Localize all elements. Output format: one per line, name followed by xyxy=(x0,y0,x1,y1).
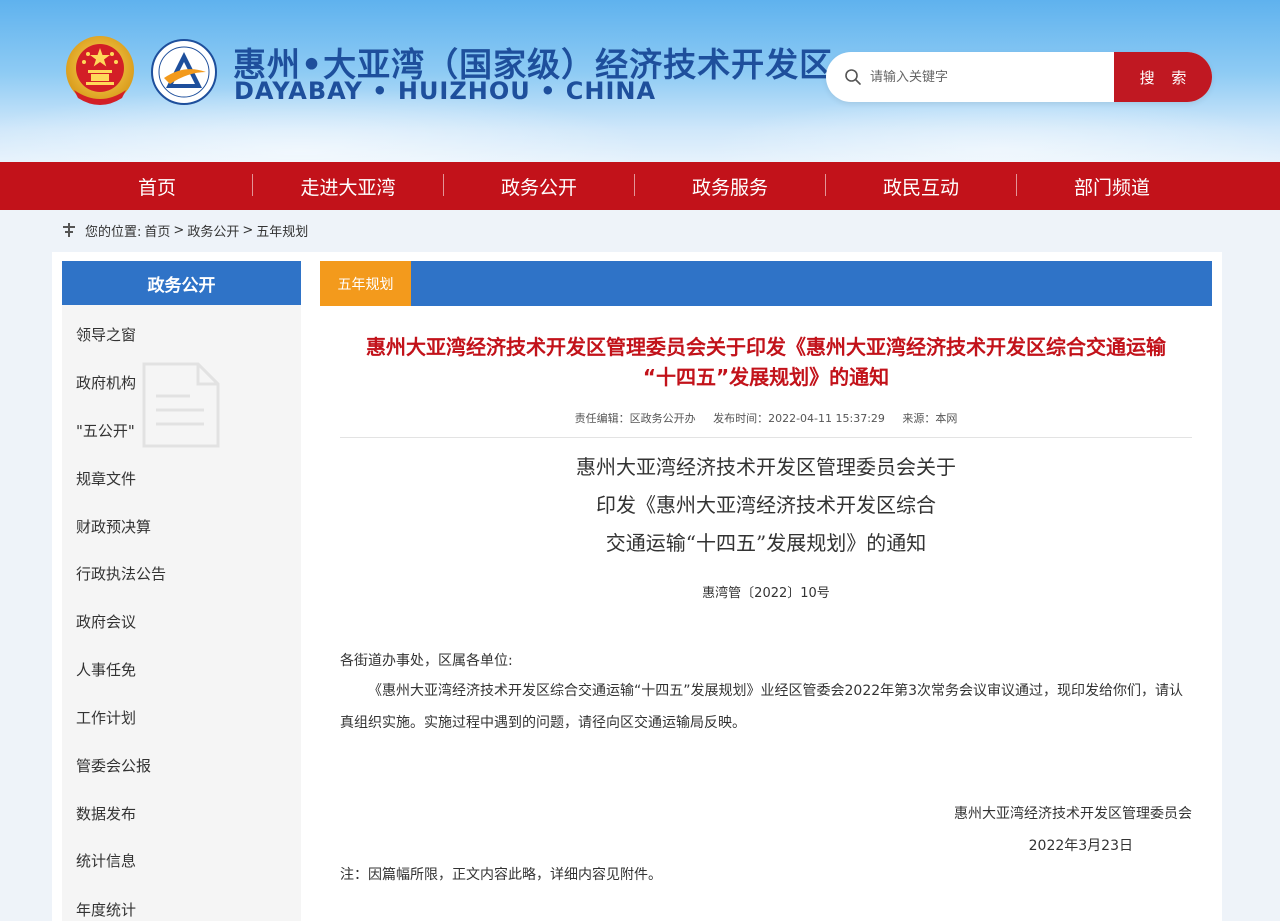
breadcrumb-item-current[interactable]: 五年规划 xyxy=(256,221,308,240)
sidebar: 政务公开 领导之窗 政府机构 "五公开" 规章文件 财政预决算 行政执法公告 政… xyxy=(62,261,301,921)
signature-org: 惠州大亚湾经济技术开发区管理委员会 xyxy=(954,806,1192,822)
search-button[interactable]: 搜 索 xyxy=(1114,52,1212,102)
search-input[interactable] xyxy=(870,52,1110,102)
document-heading-line: 惠州大亚湾经济技术开发区管理委员会关于 xyxy=(576,455,956,479)
national-emblem-icon xyxy=(66,36,134,105)
nav-item-home[interactable]: 首页 xyxy=(62,162,252,210)
body-paragraph: 《惠州大亚湾经济技术开发区综合交通运输“十四五”发展规划》业经区管委会2022年… xyxy=(340,683,1184,731)
sidebar-title: 政务公开 xyxy=(62,261,301,305)
breadcrumb-item-home[interactable]: 首页 xyxy=(144,221,170,240)
breadcrumb-separator: > xyxy=(173,222,185,238)
sidebar-item[interactable]: 人事任免 xyxy=(76,657,136,681)
article-title-line: 惠州大亚湾经济技术开发区管理委员会关于印发《惠州大亚湾经济技术开发区综合交通运输 xyxy=(366,335,1166,359)
tab-five-year-plan[interactable]: 五年规划 xyxy=(320,261,411,306)
sidebar-item[interactable]: 财政预决算 xyxy=(76,514,151,538)
breadcrumb-item-gov-affairs[interactable]: 政务公开 xyxy=(187,221,239,240)
breadcrumb-prefix: 您的位置: xyxy=(85,224,142,240)
sidebar-item[interactable]: 管委会公报 xyxy=(76,753,151,777)
breadcrumb-separator: > xyxy=(242,222,254,238)
note: 注：因篇幅所限，正文内容此略，详细内容见附件。 xyxy=(340,867,662,883)
article-title-line: “十四五”发展规划》的通知 xyxy=(642,365,890,389)
sidebar-item[interactable]: 行政执法公告 xyxy=(76,561,166,585)
sidebar-item[interactable]: 政府机构 xyxy=(76,370,136,394)
nav-item-gov-service[interactable]: 政务服务 xyxy=(635,162,825,210)
article-meta: 责任编辑：区政务公开办 发布时间：2022-04-11 15:37:29 来源：… xyxy=(340,410,1192,426)
search-box: 搜 索 xyxy=(826,52,1212,102)
sidebar-item[interactable]: 统计信息 xyxy=(76,848,136,872)
document-number: 惠湾管〔2022〕10号 xyxy=(702,586,830,601)
salutation: 各街道办事处，区属各单位: xyxy=(340,653,513,669)
divider xyxy=(340,437,1192,438)
article-title: 惠州大亚湾经济技术开发区管理委员会关于印发《惠州大亚湾经济技术开发区综合交通运输… xyxy=(340,332,1192,392)
signature-date: 2022年3月23日 xyxy=(1028,838,1133,854)
dayabay-logo-icon xyxy=(151,39,217,105)
nav-item-departments[interactable]: 部门频道 xyxy=(1017,162,1207,210)
document-heading: 惠州大亚湾经济技术开发区管理委员会关于 印发《惠州大亚湾经济技术开发区综合 交通… xyxy=(340,448,1192,562)
search-icon xyxy=(845,69,861,85)
meta-editor: 责任编辑：区政务公开办 xyxy=(574,412,696,425)
meta-published: 发布时间：2022-04-11 15:37:29 xyxy=(713,412,885,425)
sidebar-item[interactable]: 工作计划 xyxy=(76,705,136,729)
main-nav: 首页 走进大亚湾 政务公开 政务服务 政民互动 部门频道 xyxy=(0,162,1280,210)
nav-item-about[interactable]: 走进大亚湾 xyxy=(253,162,443,210)
sidebar-item[interactable]: 政府会议 xyxy=(76,609,136,633)
location-icon xyxy=(63,223,75,237)
nav-item-interaction[interactable]: 政民互动 xyxy=(826,162,1016,210)
sidebar-item[interactable]: 数据发布 xyxy=(76,801,136,825)
site-title-en: DAYABAY • HUIZHOU • CHINA xyxy=(234,77,657,105)
breadcrumb: 您的位置: 首页 > 政务公开 > 五年规划 xyxy=(62,220,311,240)
nav-item-gov-affairs[interactable]: 政务公开 xyxy=(444,162,634,210)
sidebar-item[interactable]: 规章文件 xyxy=(76,466,136,490)
sidebar-item[interactable]: 年度统计 xyxy=(76,897,136,921)
document-heading-line: 印发《惠州大亚湾经济技术开发区综合 xyxy=(596,493,936,517)
sidebar-item[interactable]: 领导之窗 xyxy=(76,322,136,346)
meta-source: 来源：本网 xyxy=(902,412,958,425)
document-heading-line: 交通运输“十四五”发展规划》的通知 xyxy=(605,531,927,555)
content-tab-bar: 五年规划 xyxy=(320,261,1212,306)
document-watermark-icon xyxy=(142,362,220,448)
site-header: 惠州•大亚湾（国家级）经济技术开发区 DAYABAY • HUIZHOU • C… xyxy=(0,0,1280,162)
sidebar-item[interactable]: "五公开" xyxy=(76,418,135,442)
